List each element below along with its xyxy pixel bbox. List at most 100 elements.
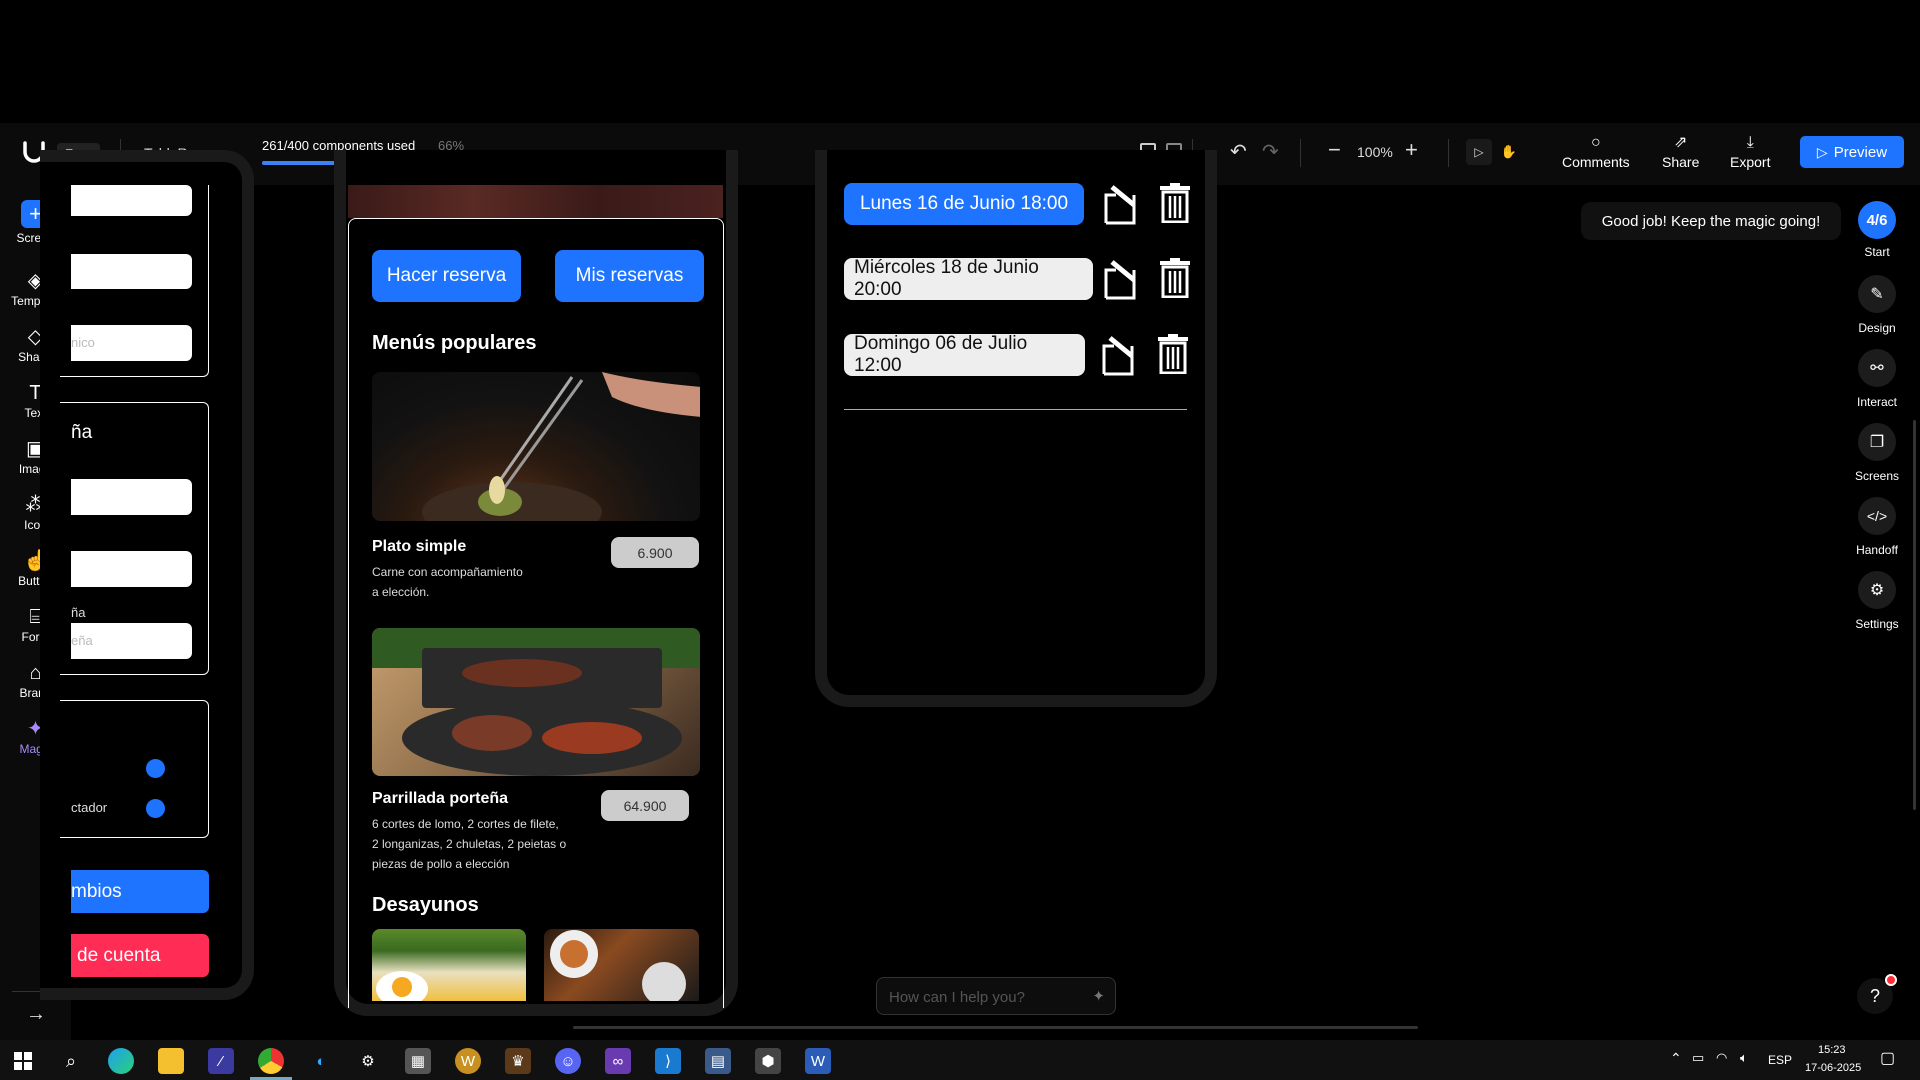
share-icon: ⇗ [1673, 134, 1688, 151]
trash-icon[interactable] [1160, 258, 1190, 298]
section-heading: ña [71, 422, 93, 443]
share-button[interactable]: ⇗ Share [1662, 134, 1700, 171]
edge-icon[interactable] [108, 1048, 134, 1074]
windows-start-icon[interactable] [10, 1048, 36, 1074]
screens-icon: ❐ [1858, 423, 1896, 461]
right-panel-settings[interactable]: ⚙ Settings [1855, 571, 1899, 631]
export-button[interactable]: ⤓ Export [1730, 134, 1770, 171]
right-panel-design[interactable]: ✎ Design [1855, 275, 1899, 335]
my-reservations-button[interactable]: Mis reservas [555, 250, 704, 302]
sparkle-icon[interactable]: ✦ [1092, 987, 1105, 1005]
download-icon: ⤓ [1746, 134, 1754, 151]
reservation-label: Miércoles 18 de Junio 20:00 [854, 257, 1039, 300]
make-reservation-button[interactable]: Hacer reserva [372, 250, 521, 302]
reservation-label: Domingo 06 de Julio 12:00 [854, 333, 1028, 376]
list-divider [844, 409, 1187, 410]
assistant-placeholder: How can I help you? [889, 989, 1025, 1006]
toggle-dot[interactable] [146, 799, 165, 818]
toolbar-divider [1300, 139, 1301, 167]
notification-center-icon[interactable]: ▢ [1880, 1048, 1895, 1068]
field-label: ña [71, 605, 86, 620]
right-panel-label: Interact [1856, 395, 1898, 409]
edit-icon[interactable] [1102, 334, 1142, 376]
file-explorer-icon[interactable] [158, 1048, 184, 1074]
preview-button[interactable]: ▷ Preview [1800, 136, 1904, 168]
tray-battery-icon[interactable]: ▭ [1692, 1050, 1704, 1066]
edit-icon[interactable] [1104, 183, 1144, 225]
undo-icon[interactable]: ↶ [1230, 139, 1247, 164]
trash-icon[interactable] [1160, 183, 1190, 223]
comments-button[interactable]: ○ Comments [1562, 134, 1630, 171]
screen-my-reservations[interactable] [815, 150, 1217, 707]
right-panel-label: Handoff [1856, 543, 1898, 557]
app-icon[interactable]: ⬢ [755, 1048, 781, 1074]
arrow-right-icon[interactable]: → [26, 1003, 46, 1026]
app-icon[interactable]: ◐ [308, 1048, 334, 1074]
button-label: de cuenta [77, 944, 161, 966]
preview-label: Preview [1833, 143, 1888, 161]
tray-chevron-icon[interactable]: ⌃ [1670, 1050, 1682, 1067]
toast-message: Good job! Keep the magic going! [1581, 202, 1841, 240]
app-icon[interactable]: ▤ [705, 1048, 731, 1074]
assistant-input[interactable]: How can I help you? ✦ [876, 977, 1116, 1015]
trash-icon[interactable] [1158, 334, 1188, 374]
right-panel-interact[interactable]: ⚯ Interact [1855, 349, 1899, 409]
menu-item-price: 6.900 [611, 537, 699, 568]
link-icon: ⚯ [1858, 349, 1896, 387]
app-icon[interactable]: ♛ [505, 1048, 531, 1074]
reservation-item[interactable]: Domingo 06 de Julio 12:00 [844, 333, 1085, 376]
reservation-item[interactable]: Lunes 16 de Junio 18:00 [844, 183, 1084, 225]
tray-wifi-icon[interactable]: ◠ [1716, 1050, 1727, 1066]
right-panel-handoff[interactable]: </> Handoff [1855, 497, 1899, 557]
discord-icon[interactable]: ☺ [555, 1048, 581, 1074]
app-icon[interactable]: W [455, 1048, 481, 1074]
horizontal-scrollbar[interactable] [573, 1026, 1418, 1029]
menu-item-name: Parrillada porteña [372, 790, 509, 807]
text-field[interactable] [71, 551, 192, 587]
calculator-icon[interactable]: ▦ [405, 1048, 431, 1074]
tray-volume-icon[interactable]: 🔈︎ [1740, 1050, 1748, 1066]
redo-icon[interactable]: ↷ [1262, 139, 1279, 164]
zoom-in-icon[interactable]: + [1405, 137, 1418, 163]
edit-icon[interactable] [1104, 258, 1144, 300]
password-field[interactable]: eña [71, 623, 192, 659]
toggle-dot[interactable] [146, 759, 165, 778]
right-panel-screens[interactable]: ❐ Screens [1855, 423, 1899, 483]
menu-item-description: 2 longanizas, 2 chuletas, 2 peietas o [372, 837, 567, 851]
delete-account-button[interactable]: de cuenta [71, 934, 209, 977]
menu-item-description: Carne con acompañamiento [372, 565, 523, 579]
code-icon: </> [1858, 497, 1896, 535]
pencil-icon: ✎ [1858, 275, 1896, 313]
reservation-item[interactable]: Miércoles 18 de Junio 20:00 [844, 257, 1093, 300]
text-field[interactable] [71, 479, 192, 515]
search-icon[interactable]: ⌕ [58, 1048, 84, 1074]
right-panel-label: Screens [1854, 469, 1900, 483]
windows-taskbar: ⌕ ⁄ ◐ ⚙ ▦ W ♛ ☺ ∞ ⟩ ▤ ⬢ W ⌃ ▭ ◠ 🔈︎ ESP 1… [0, 1040, 1920, 1080]
vscode-icon[interactable]: ⟩ [655, 1048, 681, 1074]
comment-icon: ○ [1591, 134, 1601, 151]
toast-text: Good job! Keep the magic going! [1601, 212, 1821, 230]
menu-item-name: Plato simple [372, 538, 467, 555]
tray-language[interactable]: ESP [1768, 1053, 1792, 1067]
menu-item-price: 64.900 [601, 790, 689, 821]
zoom-level[interactable]: 100% [1357, 144, 1393, 160]
onboarding-progress[interactable]: 4/6 Start [1855, 201, 1899, 259]
play-icon[interactable]: ▷ [1466, 139, 1492, 165]
hand-icon[interactable]: ✋ [1496, 139, 1522, 165]
save-changes-button[interactable]: mbios [71, 870, 209, 913]
button-label: Mis reservas [575, 265, 684, 286]
settings-icon[interactable]: ⚙ [355, 1048, 381, 1074]
breakfast-heading: Desayunos [372, 894, 479, 916]
tray-time[interactable]: 15:23 [1818, 1044, 1846, 1056]
visual-studio-icon[interactable]: ∞ [605, 1048, 631, 1074]
vertical-scrollbar[interactable] [1913, 420, 1916, 810]
app-icon[interactable]: ⁄ [208, 1048, 234, 1074]
parrillada-image [372, 628, 700, 776]
chrome-icon[interactable] [258, 1048, 284, 1074]
share-label: Share [1662, 154, 1700, 170]
tray-date[interactable]: 17-06-2025 [1805, 1062, 1861, 1074]
word-icon[interactable]: W [805, 1048, 831, 1074]
zoom-out-icon[interactable]: − [1328, 137, 1341, 163]
breakfast-image-1 [372, 929, 526, 1001]
toggle-panel [60, 700, 209, 838]
